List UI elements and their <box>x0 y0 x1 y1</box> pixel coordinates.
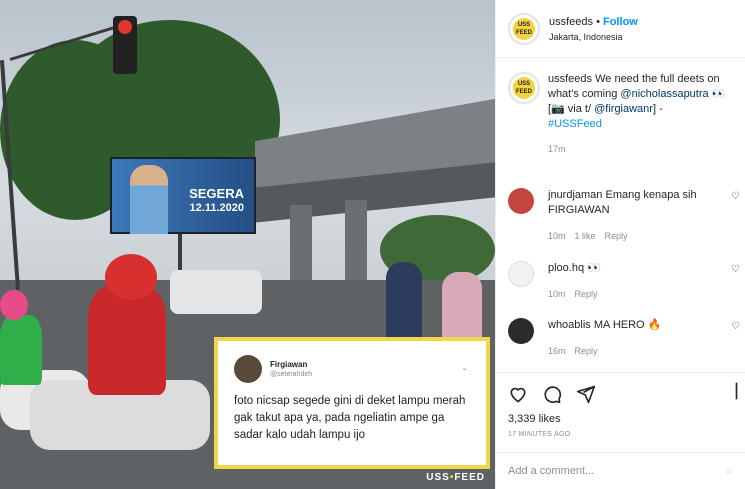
reply-button[interactable]: Reply <box>605 231 628 241</box>
post-photo[interactable]: SEGERA 12.11.2020 Firgiawan @seterahdeh … <box>0 0 495 489</box>
comment-time[interactable]: 10m <box>548 231 566 241</box>
post-header: USS FEED ussfeeds • Follow Jakarta, Indon… <box>496 0 745 58</box>
comment-likes[interactable]: 1 like <box>575 231 596 241</box>
share-icon[interactable] <box>576 384 596 404</box>
comment-item: ploo.hq 👀 10m Reply ♡ <box>508 261 740 302</box>
post-panel: USS FEED ussfeeds • Follow Jakarta, Indon… <box>495 0 745 489</box>
comment-text: 👀 <box>584 262 601 274</box>
heart-icon[interactable] <box>508 384 528 404</box>
billboard-date: 12.11.2020 <box>189 202 244 214</box>
like-small-icon[interactable]: ♡ <box>731 264 740 275</box>
avatar-logo: USS FEED <box>513 77 535 99</box>
photo-helmet <box>0 290 28 320</box>
avatar[interactable]: USS FEED <box>508 12 540 45</box>
comment-avatar[interactable] <box>508 261 534 287</box>
caption-hashtag[interactable]: #USSFeed <box>548 118 602 130</box>
avatar-logo-top: USS <box>517 21 531 28</box>
traffic-light-red <box>118 20 132 34</box>
tweet-handle: @seterahdeh <box>270 371 313 378</box>
caption-text: ] - <box>652 103 663 115</box>
ussfeed-watermark: USS•FEED <box>426 472 485 483</box>
post-location[interactable]: Jakarta, Indonesia <box>549 32 638 42</box>
caption-mention[interactable]: @firgiawanr <box>594 103 653 115</box>
tweet-card: Firgiawan @seterahdeh ⌄ foto nicsap sege… <box>214 337 490 469</box>
follow-button[interactable]: Follow <box>603 16 638 28</box>
tweet-text: foto nicsap segede gini di deket lampu m… <box>234 395 466 441</box>
likes-count[interactable]: 3,339 likes <box>508 413 734 425</box>
post-timestamp[interactable]: 17 MINUTES AGO <box>508 431 734 438</box>
photo-helmet <box>105 254 157 300</box>
comment-avatar[interactable] <box>508 318 534 344</box>
comment-username[interactable]: whoablis <box>548 319 591 331</box>
tweet-name: Firgiawan <box>270 360 308 369</box>
comment-item: whoablis MA HERO 🔥 16m Reply ♡ <box>508 318 740 359</box>
billboard-text: SEGERA 12.11.2020 <box>189 187 244 215</box>
watermark-left: USS <box>426 472 450 483</box>
comment-icon[interactable] <box>542 384 562 404</box>
comment-text: MA HERO 🔥 <box>590 319 662 331</box>
avatar-logo-top: USS <box>517 81 531 87</box>
follow-separator: • <box>596 15 600 28</box>
bookmark-icon[interactable] <box>734 381 744 401</box>
caption-avatar[interactable]: USS FEED <box>508 72 540 104</box>
like-small-icon[interactable]: ♡ <box>731 191 740 202</box>
caption-body: ussfeeds We need the full deets on what'… <box>548 72 733 157</box>
comment-time[interactable]: 10m <box>548 289 566 299</box>
emoji-icon[interactable]: ☺ <box>725 466 734 476</box>
tweet-header: Firgiawan @seterahdeh <box>234 355 470 383</box>
chevron-down-icon: ⌄ <box>461 363 468 372</box>
watermark-right: FEED <box>454 472 485 483</box>
traffic-light <box>113 16 137 74</box>
caption-time[interactable]: 17m <box>548 142 733 157</box>
comment-avatar[interactable] <box>508 188 534 214</box>
comment-username[interactable]: jnurdjaman <box>548 189 602 201</box>
comment-username[interactable]: ploo.hq <box>548 262 584 274</box>
photo-pillar <box>345 200 367 282</box>
photo-billboard: SEGERA 12.11.2020 <box>110 157 256 234</box>
comment-item: jnurdjaman Emang kenapa sih FIRGIAWAN 10… <box>508 188 740 244</box>
post-username[interactable]: ussfeeds <box>549 16 593 28</box>
photo-rider <box>88 285 166 395</box>
like-small-icon[interactable]: ♡ <box>731 321 740 332</box>
photo-pedestrian <box>442 272 482 342</box>
comment-time[interactable]: 16m <box>548 346 566 356</box>
avatar-logo: USS FEED <box>513 17 535 40</box>
avatar-logo-bottom: FEED <box>515 89 532 95</box>
photo-car <box>170 270 262 314</box>
caption-username[interactable]: ussfeeds <box>548 73 592 85</box>
instagram-post: SEGERA 12.11.2020 Firgiawan @seterahdeh … <box>0 0 745 489</box>
comment-input[interactable] <box>508 465 725 477</box>
add-comment-bar: ☺ <box>496 452 745 489</box>
photo-pillar <box>290 205 312 285</box>
caption-mention[interactable]: @nicholassaputra <box>620 88 708 100</box>
reply-button[interactable]: Reply <box>575 289 598 299</box>
reply-button[interactable]: Reply <box>575 346 598 356</box>
billboard-title: SEGERA <box>189 186 244 201</box>
post-caption: USS FEED ussfeeds We need the full deets … <box>496 58 745 157</box>
billboard-person <box>130 165 168 234</box>
photo-pedestrian <box>386 262 422 342</box>
tweet-avatar <box>234 355 262 383</box>
post-actions: 3,339 likes 17 MINUTES AGO <box>496 372 745 438</box>
photo-rider <box>0 315 42 385</box>
avatar-logo-bottom: FEED <box>515 29 532 36</box>
